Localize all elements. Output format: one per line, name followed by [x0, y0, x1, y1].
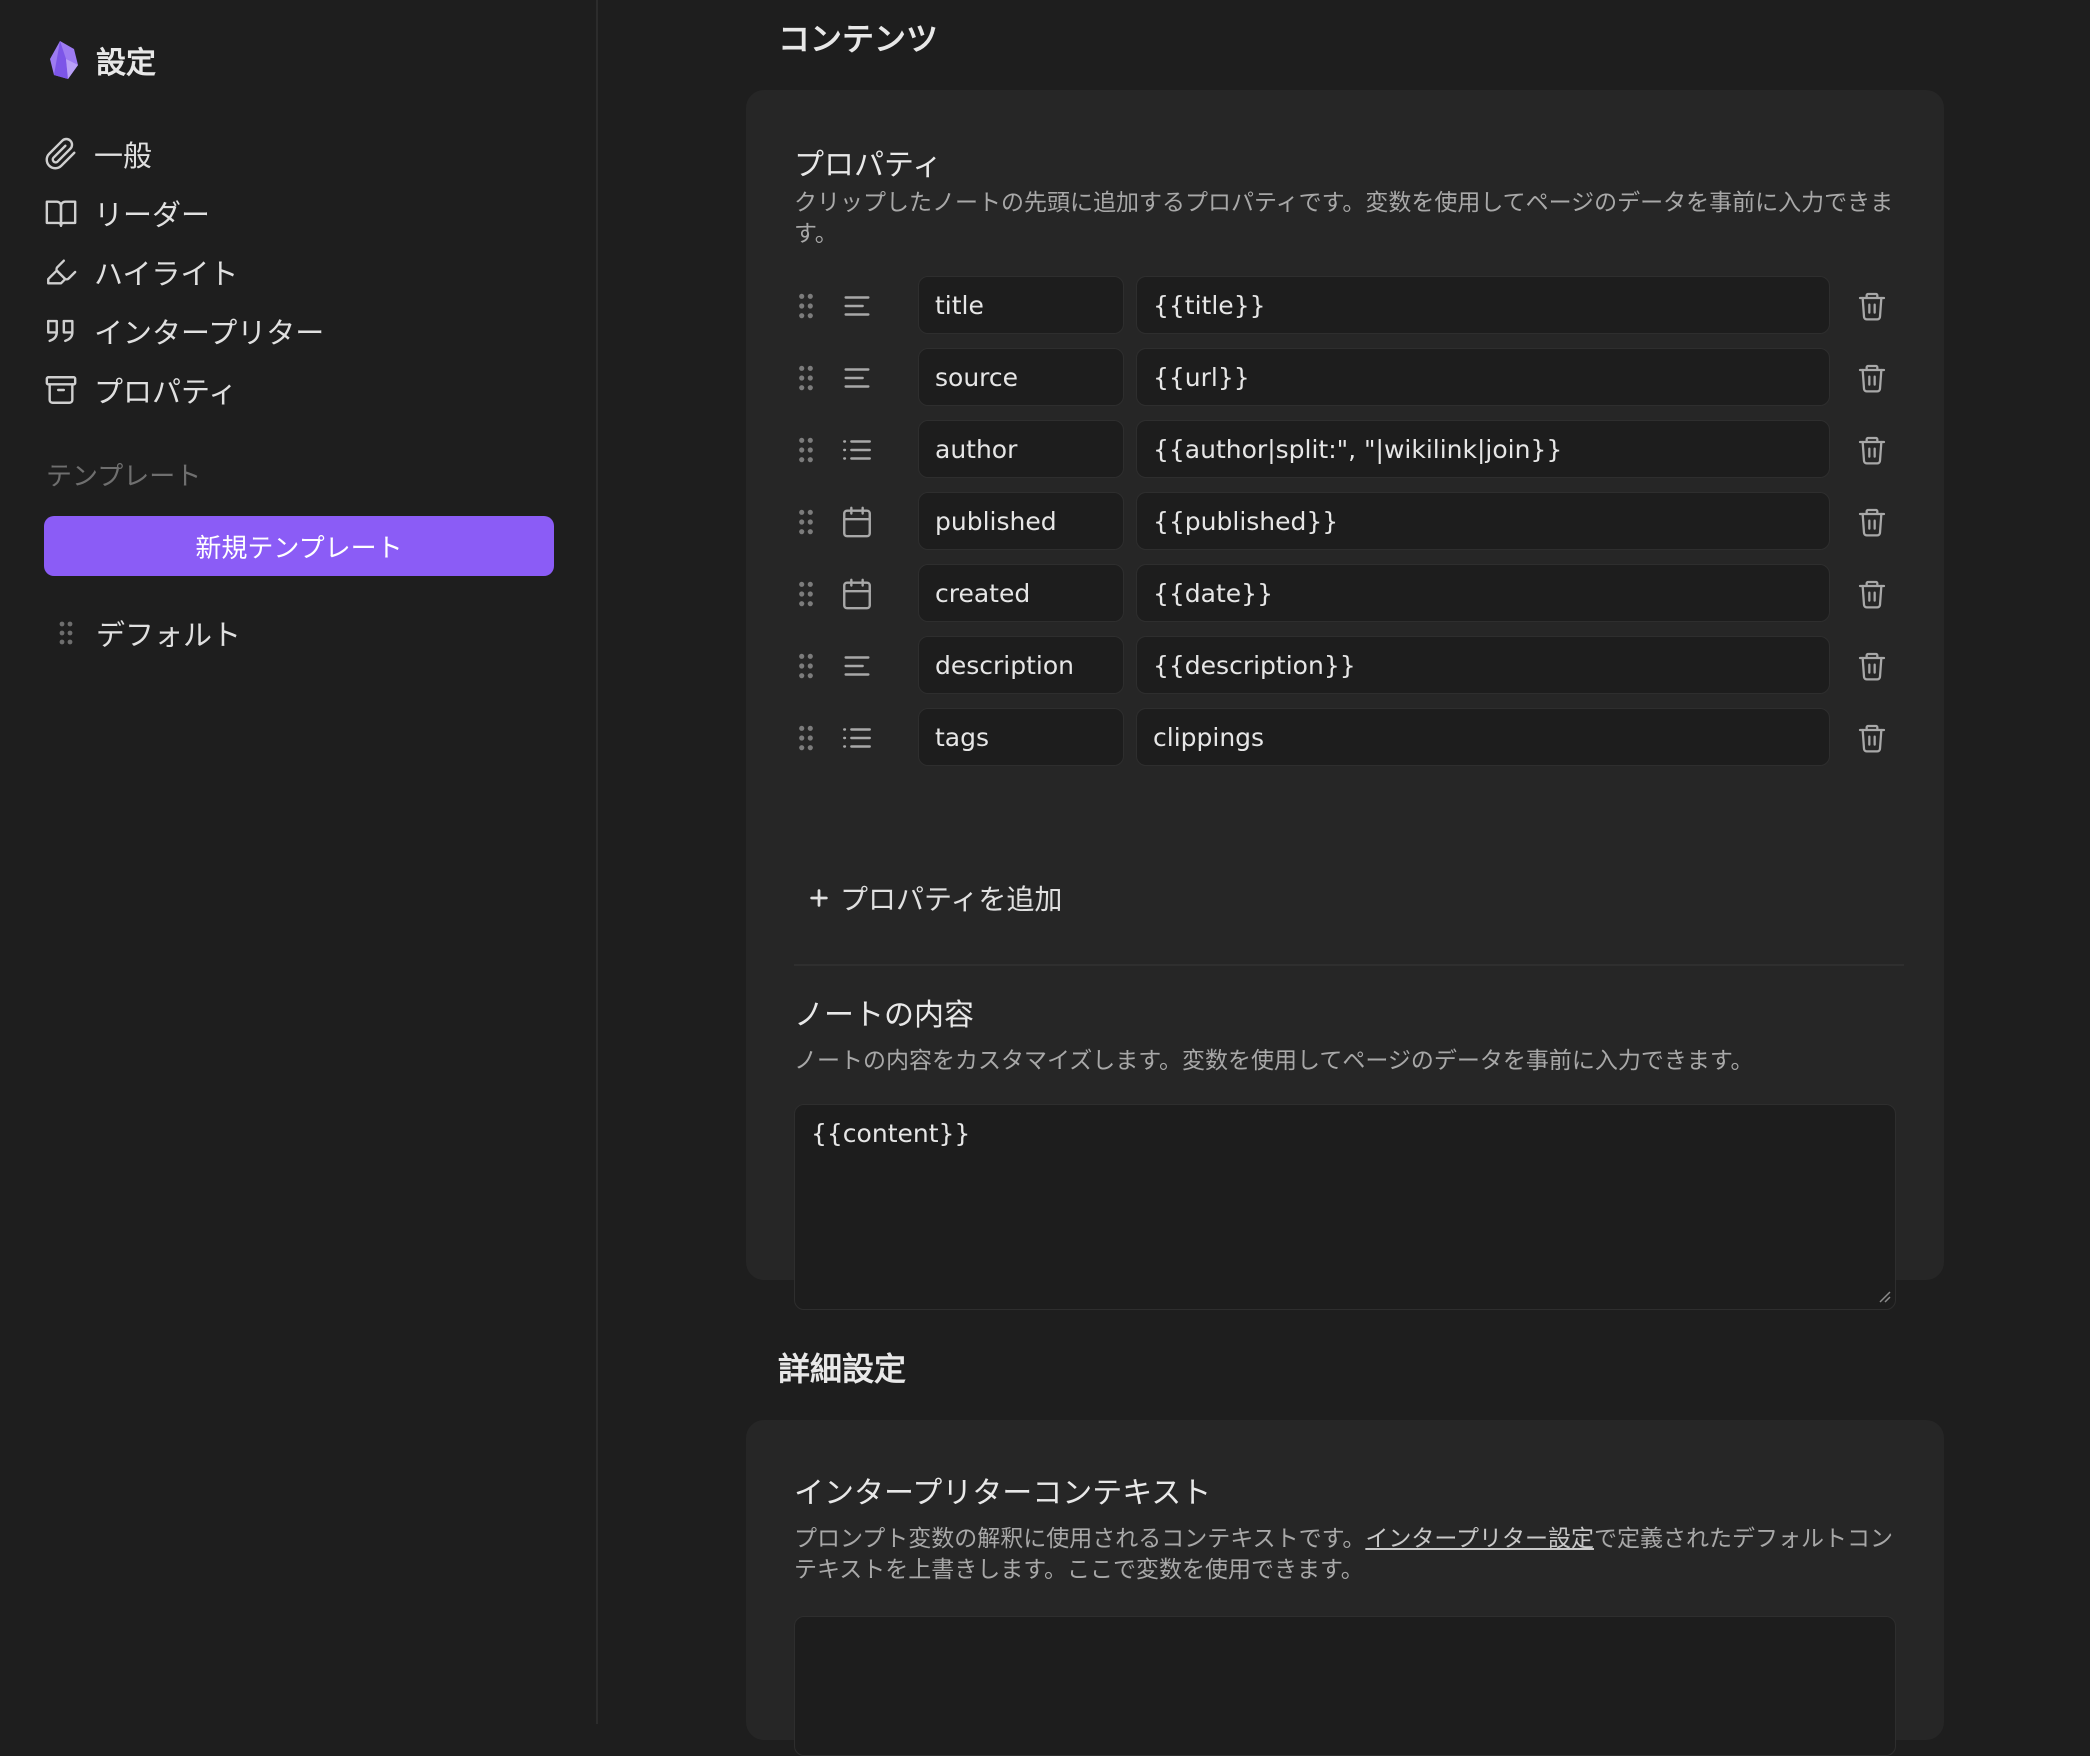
highlighter-icon [44, 255, 78, 289]
nav-label: インタープリター [94, 315, 325, 350]
property-row [794, 420, 1904, 480]
nav-label: リーダー [94, 197, 211, 232]
property-value-input[interactable] [1136, 564, 1830, 622]
trash-icon[interactable] [1856, 577, 1888, 611]
book-open-icon [44, 196, 78, 230]
list-icon[interactable] [840, 721, 874, 755]
property-row [794, 708, 1904, 768]
text-icon[interactable] [840, 361, 874, 395]
nav-label: プロパティ [94, 374, 238, 409]
brand: 設定 [48, 38, 156, 82]
note-content-textarea[interactable]: {{content}} [794, 1104, 1896, 1310]
trash-icon[interactable] [1856, 505, 1888, 539]
drag-handle-icon[interactable] [794, 651, 818, 681]
property-key-input[interactable] [918, 492, 1124, 550]
drag-handle-icon[interactable] [58, 619, 74, 647]
template-item-default[interactable]: デフォルト [58, 612, 241, 654]
content-card: プロパティ クリップしたノートの先頭に追加するプロパティです。変数を使用してペー… [746, 90, 1944, 1310]
resize-handle-icon[interactable] [1876, 1288, 1892, 1304]
note-content-title: ノートの内容 [794, 998, 974, 1033]
calendar-icon[interactable] [840, 505, 874, 539]
paperclip-icon [44, 137, 78, 171]
drag-handle-icon[interactable] [794, 579, 818, 609]
main-content: コンテンツ プロパティ クリップしたノートの先頭に追加するプロパティです。変数を… [600, 0, 2090, 1756]
property-key-input[interactable] [918, 564, 1124, 622]
template-label: デフォルト [96, 618, 242, 652]
content-heading: コンテンツ [778, 20, 939, 58]
property-row [794, 276, 1904, 336]
nav-item-highlights[interactable]: ハイライト [44, 242, 324, 301]
property-row [794, 492, 1904, 552]
property-value-input[interactable] [1136, 276, 1830, 334]
properties-title: プロパティ [794, 148, 943, 183]
property-value-input[interactable] [1136, 708, 1830, 766]
drag-handle-icon[interactable] [794, 435, 818, 465]
templates-section-label: テンプレート [46, 462, 202, 492]
divider [794, 964, 1904, 966]
drag-handle-icon[interactable] [794, 291, 818, 321]
property-key-input[interactable] [918, 420, 1124, 478]
sidebar: 設定 一般 リーダー ハイライト インタープリター プロパティ テンプレート 新… [0, 0, 598, 1724]
property-value-input[interactable] [1136, 348, 1830, 406]
property-key-input[interactable] [918, 276, 1124, 334]
obsidian-logo-icon [48, 39, 82, 81]
property-value-input[interactable] [1136, 492, 1830, 550]
advanced-card: インタープリターコンテキスト プロンプト変数の解釈に使用されるコンテキストです。… [746, 1420, 1944, 1756]
property-value-input[interactable] [1136, 636, 1830, 694]
interpreter-context-title: インタープリターコンテキスト [794, 1476, 1212, 1511]
property-key-input[interactable] [918, 636, 1124, 694]
trash-icon[interactable] [1856, 649, 1888, 683]
text-icon[interactable] [840, 649, 874, 683]
drag-handle-icon[interactable] [794, 723, 818, 753]
add-property-label: プロパティを追加 [840, 883, 1063, 916]
property-key-input[interactable] [918, 708, 1124, 766]
property-value-input[interactable] [1136, 420, 1830, 478]
trash-icon[interactable] [1856, 721, 1888, 755]
settings-title: 設定 [96, 46, 156, 81]
description-text: プロンプト変数の解釈に使用されるコンテキストです。 [794, 1526, 1366, 1552]
settings-nav: 一般 リーダー ハイライト インタープリター プロパティ [44, 124, 324, 419]
nav-label: ハイライト [94, 256, 239, 291]
property-key-input[interactable] [918, 348, 1124, 406]
drag-handle-icon[interactable] [794, 363, 818, 393]
note-content-description: ノートの内容をカスタマイズします。変数を使用してページのデータを事前に入力できま… [794, 1048, 1754, 1074]
properties-description: クリップしたノートの先頭に追加するプロパティです。変数を使用してページのデータを… [794, 190, 1894, 247]
calendar-icon[interactable] [840, 577, 874, 611]
nav-item-interpreter[interactable]: インタープリター [44, 301, 324, 360]
list-icon[interactable] [840, 433, 874, 467]
drag-handle-icon[interactable] [794, 507, 818, 537]
nav-item-reader[interactable]: リーダー [44, 183, 324, 242]
trash-icon[interactable] [1856, 361, 1888, 395]
text-icon[interactable] [840, 289, 874, 323]
trash-icon[interactable] [1856, 289, 1888, 323]
archive-icon [44, 373, 78, 407]
interpreter-settings-link[interactable]: インタープリター設定 [1365, 1526, 1594, 1552]
plus-icon [808, 887, 830, 909]
quote-icon [44, 314, 78, 348]
property-row [794, 564, 1904, 624]
advanced-settings-heading: 詳細設定 [778, 1350, 907, 1388]
add-property-button[interactable]: プロパティを追加 [808, 878, 1062, 918]
new-template-button[interactable]: 新規テンプレート [44, 516, 554, 576]
interpreter-context-description: プロンプト変数の解釈に使用されるコンテキストです。インタープリター設定で定義され… [794, 1524, 1904, 1586]
interpreter-context-textarea[interactable] [794, 1616, 1896, 1756]
property-row [794, 348, 1904, 408]
property-row [794, 636, 1904, 696]
trash-icon[interactable] [1856, 433, 1888, 467]
nav-item-general[interactable]: 一般 [44, 124, 324, 183]
nav-label: 一般 [94, 138, 153, 173]
nav-item-properties[interactable]: プロパティ [44, 360, 324, 419]
